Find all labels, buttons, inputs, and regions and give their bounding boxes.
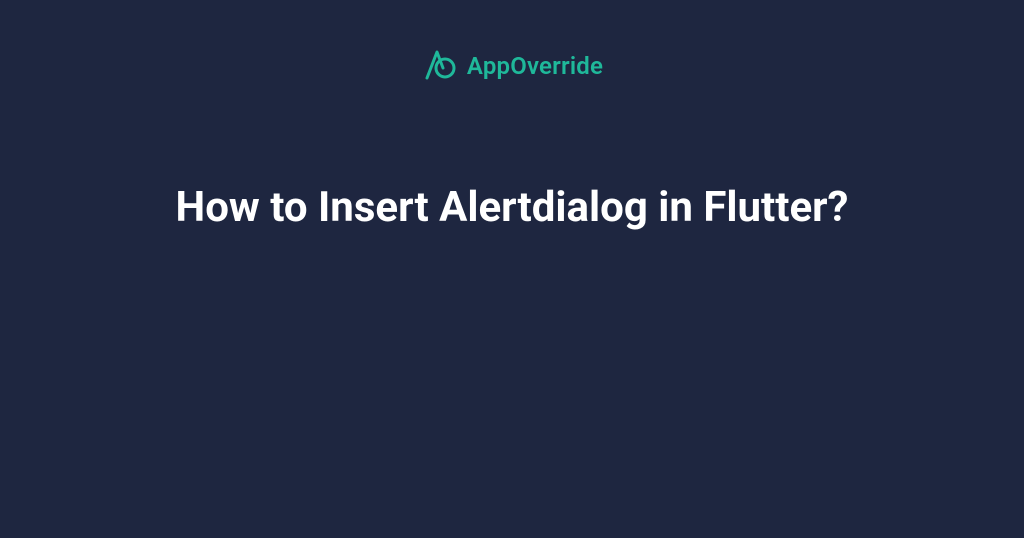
page-title: How to Insert Alertdialog in Flutter?	[176, 180, 849, 237]
logo-icon	[421, 48, 457, 84]
brand-name: AppOverride	[467, 52, 603, 80]
brand-logo: AppOverride	[421, 48, 603, 84]
